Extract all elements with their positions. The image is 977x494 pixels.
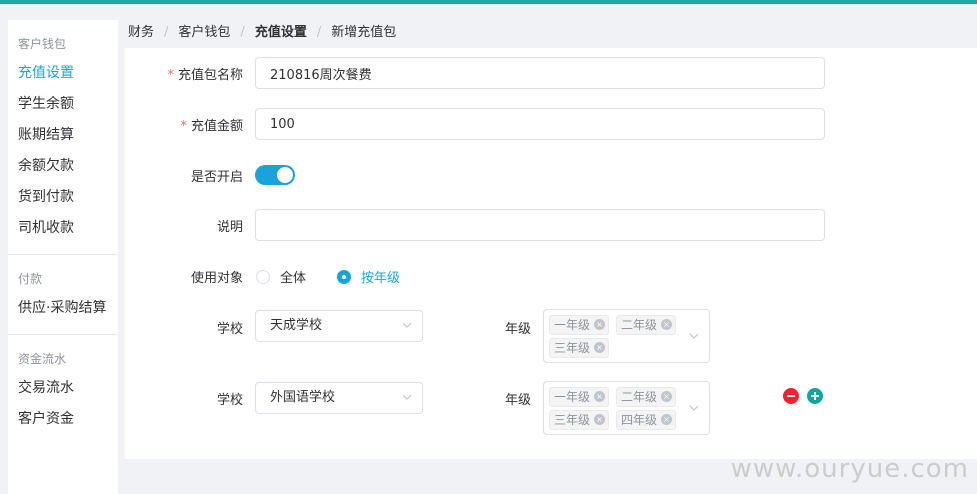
enabled-label: 是否开启	[190, 170, 243, 185]
sidebar-group-payment: 付款 供应·采购结算	[8, 254, 118, 334]
grade-tag-label: 一年级	[554, 390, 591, 404]
grade-tag: 一年级 ×	[549, 387, 610, 407]
school-select-value: 天成学校	[270, 318, 323, 333]
tag-close-icon[interactable]: ×	[661, 391, 673, 402]
sidebar-item-cash-on-delivery[interactable]: 货到付款	[18, 182, 118, 213]
toggle-knob	[277, 167, 293, 183]
target-radio-all[interactable]: 全体	[256, 267, 306, 286]
sidebar-group-title: 付款	[18, 272, 43, 286]
sidebar-item-student-balance[interactable]: 学生余额	[18, 89, 118, 120]
package-name-input[interactable]	[255, 57, 825, 89]
grade-multiselect[interactable]: 一年级 × 二年级 × 三年级 × 四年级 ×	[543, 381, 710, 435]
grade-tag-label: 三年级	[554, 413, 591, 427]
amount-label: * 充值金额	[165, 115, 243, 134]
chevron-down-icon	[402, 392, 412, 402]
tag-close-icon[interactable]: ×	[594, 319, 606, 330]
sidebar-item-customer-funds[interactable]: 客户资金	[18, 404, 118, 435]
watermark: www.ouryue.com	[730, 454, 969, 484]
chevron-down-icon	[689, 403, 699, 413]
package-name-label: * 充值包名称	[165, 64, 243, 83]
sidebar-item-billing-settlement[interactable]: 账期结算	[18, 120, 118, 151]
school-label: 学校	[216, 322, 243, 337]
sidebar-group-title: 资金流水	[18, 352, 67, 366]
chevron-down-icon	[402, 320, 412, 330]
top-accent-bar	[0, 0, 977, 4]
school-select-value: 外国语学校	[270, 390, 336, 405]
grade-tag: 二年级 ×	[616, 387, 677, 407]
breadcrumb-finance[interactable]: 财务	[128, 20, 154, 46]
required-mark: *	[180, 119, 187, 134]
sidebar-item-supply-settlement[interactable]: 供应·采购结算	[18, 293, 118, 324]
amount-input[interactable]	[255, 108, 825, 140]
grade-tag-label: 二年级	[621, 390, 658, 404]
grade-tag: 四年级 ×	[616, 410, 677, 430]
sidebar-group-wallet: 客户钱包 充值设置 学生余额 账期结算 余额欠款 货到付款 司机收款	[8, 20, 118, 254]
breadcrumb-new-package: 新增充值包	[331, 25, 397, 40]
radio-circle	[337, 269, 351, 284]
breadcrumb-separator: /	[164, 25, 169, 40]
sidebar-group-cashflow: 资金流水 交易流水 客户资金	[8, 334, 118, 445]
grade-tag: 三年级 ×	[549, 410, 610, 430]
school-select[interactable]: 天成学校	[255, 310, 423, 342]
description-label: 说明	[216, 220, 243, 235]
grade-label: 年级	[504, 322, 531, 337]
required-mark: *	[167, 68, 174, 83]
target-radio-all-label: 全体	[280, 271, 307, 286]
description-input[interactable]	[255, 209, 825, 241]
school-select[interactable]: 外国语学校	[255, 382, 423, 414]
minus-icon	[787, 395, 795, 397]
form-panel: *充值包名称 *充值金额 是否开启 说明 使用对象 全体 按年级 学校 天成学校…	[125, 48, 977, 459]
target-radio-by-grade[interactable]: 按年级	[337, 267, 400, 286]
grade-tag: 三年级 ×	[549, 338, 610, 358]
school-label: 学校	[216, 393, 243, 408]
breadcrumb-separator: /	[316, 25, 322, 40]
enabled-toggle[interactable]	[255, 165, 295, 185]
chevron-down-icon	[689, 331, 699, 341]
grade-tag: 一年级 ×	[549, 315, 610, 335]
tag-close-icon[interactable]: ×	[661, 319, 673, 330]
radio-circle	[256, 269, 270, 284]
add-row-button[interactable]	[807, 388, 823, 404]
grade-multiselect[interactable]: 一年级 × 二年级 × 三年级 ×	[543, 309, 710, 363]
plus-icon-vertical	[814, 392, 816, 400]
target-label: 使用对象	[190, 271, 243, 286]
tag-close-icon[interactable]: ×	[594, 391, 606, 402]
tag-close-icon[interactable]: ×	[661, 414, 673, 425]
breadcrumb: 财务 / 客户钱包 / 充值设置 / 新增充值包	[128, 20, 396, 46]
sidebar-item-recharge-settings[interactable]: 充值设置	[18, 58, 118, 89]
breadcrumb-separator: /	[240, 25, 245, 40]
sidebar-item-transactions[interactable]: 交易流水	[18, 373, 118, 404]
sidebar-group-title: 客户钱包	[18, 37, 67, 51]
sidebar: 客户钱包 充值设置 学生余额 账期结算 余额欠款 货到付款 司机收款 付款 供应…	[8, 20, 118, 494]
sidebar-item-balance-arrears[interactable]: 余额欠款	[18, 151, 118, 182]
breadcrumb-customer-wallet[interactable]: 客户钱包	[178, 20, 230, 46]
tag-close-icon[interactable]: ×	[594, 342, 606, 353]
amount-label-text: 充值金额	[190, 119, 243, 134]
package-name-label-text: 充值包名称	[177, 68, 243, 83]
target-radio-by-grade-label: 按年级	[361, 271, 401, 286]
tag-close-icon[interactable]: ×	[594, 414, 606, 425]
sidebar-item-driver-collection[interactable]: 司机收款	[18, 213, 118, 244]
grade-tag-label: 四年级	[621, 413, 658, 427]
grade-label: 年级	[504, 393, 531, 408]
grade-tag-label: 三年级	[554, 341, 591, 355]
grade-tag-label: 二年级	[621, 318, 658, 332]
remove-row-button[interactable]	[783, 388, 799, 404]
breadcrumb-recharge-settings[interactable]: 充值设置	[255, 20, 307, 46]
grade-tag-label: 一年级	[554, 318, 591, 332]
grade-tag: 二年级 ×	[616, 315, 677, 335]
